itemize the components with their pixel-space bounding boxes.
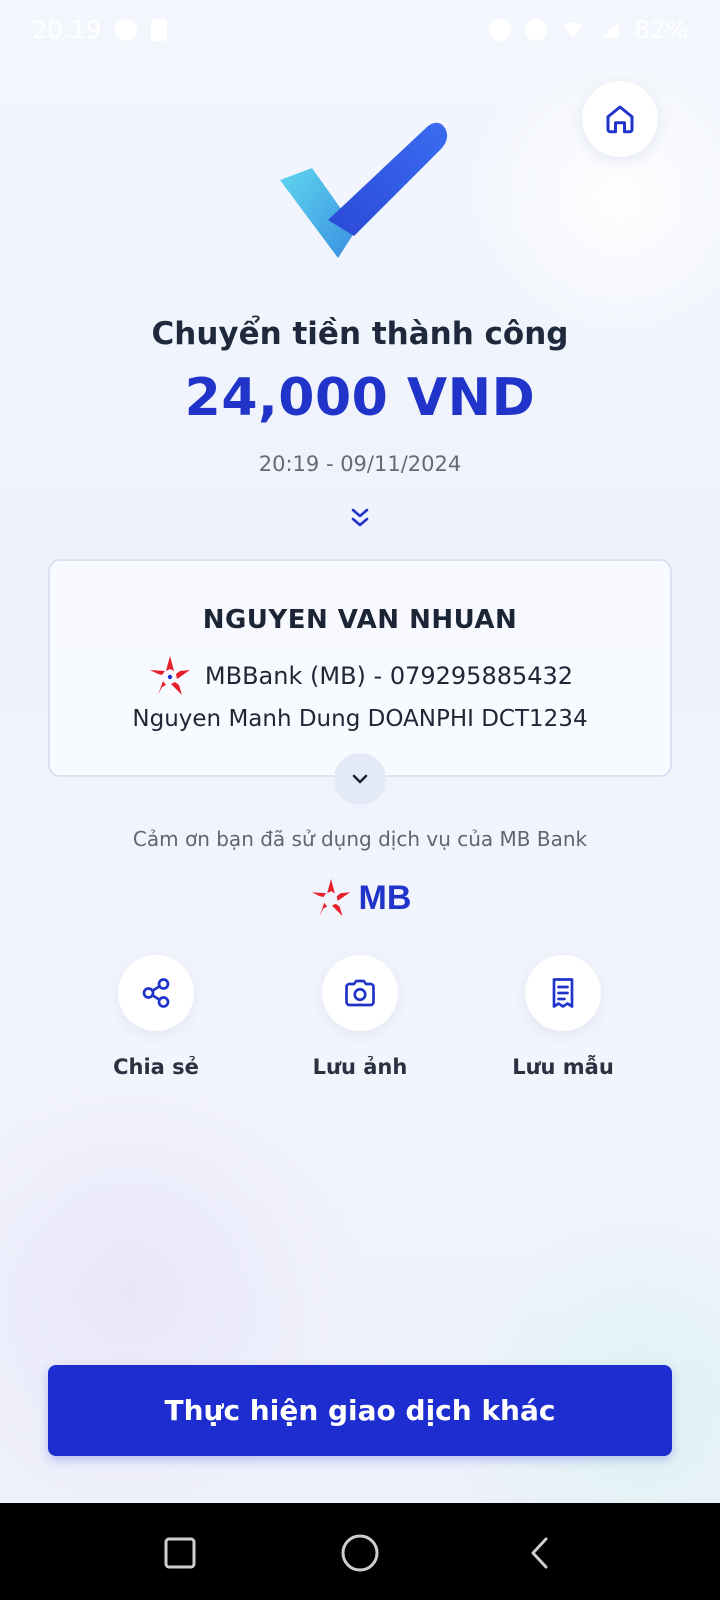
expand-details-button[interactable] <box>334 753 386 805</box>
save-template-button[interactable] <box>525 955 601 1031</box>
success-check-icon <box>280 122 448 258</box>
sim-icon <box>151 19 168 41</box>
mb-logo-text: MB <box>358 878 412 917</box>
signal-icon <box>600 22 619 38</box>
home-icon <box>606 105 634 134</box>
status-time: 20:19 <box>32 16 102 44</box>
share-icon <box>142 978 170 1008</box>
recipient-card: NGUYEN VAN NHUAN MBBank (MB) - 079295885… <box>48 559 672 777</box>
camera-icon <box>345 979 375 1007</box>
circle-icon <box>341 1534 379 1572</box>
transfer-note: Nguyen Manh Dung DOANPHI DCT1234 <box>132 706 588 732</box>
result-title: Chuyển tiền thành công <box>151 316 569 352</box>
wifi-icon <box>562 22 583 38</box>
thanks-message: Cảm ơn bạn đã sử dụng dịch vụ của MB Ban… <box>132 827 588 851</box>
android-nav-bar <box>0 1503 720 1600</box>
notification-icon <box>115 19 138 41</box>
background-glow <box>460 40 720 360</box>
share-label: Chia sẻ <box>113 1055 199 1079</box>
save-image-action[interactable]: Lưu ảnh <box>280 955 440 1079</box>
new-transaction-button[interactable]: Thực hiện giao dịch khác <box>48 1365 672 1456</box>
back-button[interactable] <box>512 1525 568 1581</box>
transfer-datetime: 20:19 - 09/11/2024 <box>258 452 462 476</box>
mb-star-logo-icon <box>149 656 190 695</box>
status-bar: 20:19 82% <box>0 0 720 60</box>
back-chevron-icon <box>531 1537 548 1569</box>
bank-account-text: MBBank (MB) - 079295885432 <box>204 662 574 690</box>
battery-level: 82% <box>634 16 688 44</box>
vpn-icon <box>524 19 547 41</box>
mb-star-logo-icon <box>311 878 350 917</box>
share-action[interactable]: Chia sẻ <box>76 955 236 1079</box>
recent-apps-button[interactable] <box>152 1525 208 1581</box>
receipt-icon <box>552 978 574 1008</box>
bank-account-line: MBBank (MB) - 079295885432 <box>50 653 670 699</box>
action-bar: Chia sẻ Lưu ảnh Lưu mẫu <box>0 955 720 1085</box>
chevron-down-icon <box>352 774 368 784</box>
double-chevron-down-icon <box>351 508 369 527</box>
background-glow <box>440 1200 720 1503</box>
share-button[interactable] <box>118 955 194 1031</box>
status-left: 20:19 <box>32 16 168 44</box>
home-button[interactable] <box>582 81 658 157</box>
recipient-name: NGUYEN VAN NHUAN <box>202 605 518 635</box>
save-template-label: Lưu mẫu <box>512 1055 614 1079</box>
save-image-button[interactable] <box>322 955 398 1031</box>
save-image-label: Lưu ảnh <box>312 1055 408 1079</box>
save-template-action[interactable]: Lưu mẫu <box>483 955 643 1079</box>
square-icon <box>164 1537 196 1569</box>
transfer-amount: 24,000 VND <box>184 368 536 428</box>
screen: 20:19 82% Chuyển tiền thành công 24,000 … <box>0 0 720 1503</box>
mb-logo: MB <box>0 876 720 920</box>
alarm-icon <box>488 19 511 41</box>
home-nav-button[interactable] <box>332 1525 388 1581</box>
status-right: 82% <box>488 16 688 44</box>
